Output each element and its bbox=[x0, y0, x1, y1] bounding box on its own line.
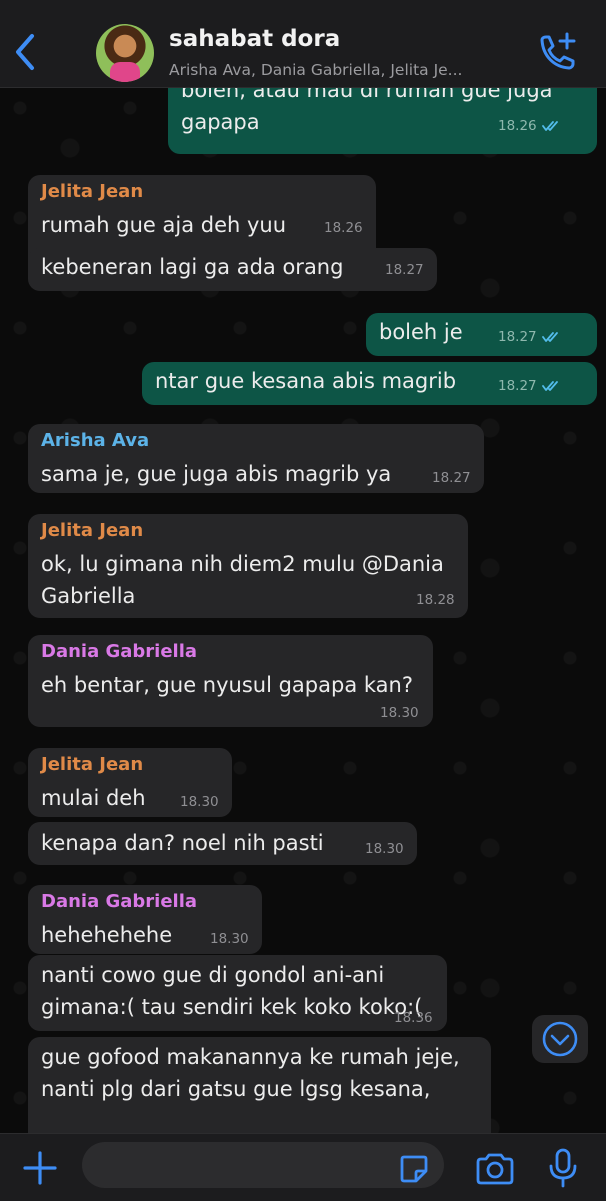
message-timestamp: 18.27 bbox=[498, 378, 537, 394]
message-timestamp: 18.36 bbox=[394, 1010, 433, 1026]
phone-plus-icon[interactable] bbox=[534, 30, 578, 74]
camera-icon[interactable] bbox=[474, 1152, 516, 1186]
incoming-message[interactable]: kenapa dan? noel nih pasti 18.30 bbox=[28, 822, 417, 865]
microphone-icon[interactable] bbox=[548, 1148, 578, 1188]
message-timestamp: 18.30 bbox=[365, 841, 404, 857]
incoming-message[interactable]: Jelita Jean mulai deh 18.30 bbox=[28, 748, 232, 817]
read-receipt-icon bbox=[542, 332, 558, 342]
incoming-message[interactable]: Jelita Jean ok, lu gimana nih diem2 mulu … bbox=[28, 514, 468, 618]
message-text: ok, lu gimana nih diem2 mulu @Dania Gabr… bbox=[41, 552, 444, 608]
sender-name[interactable]: Dania Gabriella bbox=[41, 890, 197, 914]
message-list[interactable]: boleh, atau mau di rumah gue juga gapapa… bbox=[0, 88, 606, 1133]
message-timestamp: 18.27 bbox=[432, 470, 471, 486]
message-timestamp: 18.30 bbox=[380, 705, 419, 721]
scroll-to-bottom-button[interactable] bbox=[532, 1015, 588, 1063]
message-text: gue gofood makanannya ke rumah jeje, nan… bbox=[41, 1045, 460, 1101]
outgoing-message[interactable]: ntar gue kesana abis magrib 18.27 bbox=[142, 362, 597, 405]
incoming-message[interactable]: Dania Gabriella hehehehehe 18.30 bbox=[28, 885, 262, 954]
message-text: boleh je bbox=[379, 320, 463, 344]
outgoing-message[interactable]: boleh je 18.27 bbox=[366, 313, 597, 356]
message-text: kebeneran lagi ga ada orang bbox=[41, 255, 344, 279]
incoming-message[interactable]: nanti cowo gue di gondol ani-ani gimana:… bbox=[28, 955, 447, 1031]
message-timestamp: 18.30 bbox=[210, 931, 249, 947]
chevron-down-circle-icon bbox=[542, 1021, 578, 1057]
sticker-icon[interactable] bbox=[398, 1153, 430, 1185]
outgoing-message[interactable]: boleh, atau mau di rumah gue juga gapapa… bbox=[168, 88, 597, 154]
message-text: eh bentar, gue nyusul gapapa kan? bbox=[41, 673, 413, 697]
incoming-message[interactable]: Arisha Ava sama je, gue juga abis magrib … bbox=[28, 424, 484, 493]
sender-name[interactable]: Dania Gabriella bbox=[41, 640, 197, 664]
sender-name[interactable]: Jelita Jean bbox=[41, 753, 143, 777]
incoming-message[interactable]: kebeneran lagi ga ada orang 18.27 bbox=[28, 248, 437, 291]
sender-name[interactable]: Arisha Ava bbox=[41, 429, 149, 453]
message-text: nanti cowo gue di gondol ani-ani gimana:… bbox=[41, 963, 423, 1019]
message-timestamp: 18.28 bbox=[416, 592, 455, 608]
message-timestamp: 18.26 bbox=[498, 118, 537, 134]
sender-name[interactable]: Jelita Jean bbox=[41, 180, 143, 204]
message-input[interactable] bbox=[82, 1142, 444, 1188]
message-timestamp: 18.27 bbox=[385, 262, 424, 278]
chat-members[interactable]: Arisha Ava, Dania Gabriella, Jelita Je..… bbox=[169, 61, 462, 79]
message-text: kenapa dan? noel nih pasti bbox=[41, 831, 324, 855]
chevron-left-icon[interactable] bbox=[10, 30, 40, 74]
plus-icon[interactable] bbox=[22, 1150, 58, 1186]
read-receipt-icon bbox=[542, 381, 558, 391]
message-text: sama je, gue juga abis magrib ya bbox=[41, 462, 392, 486]
message-timestamp: 18.27 bbox=[498, 329, 537, 345]
group-avatar[interactable] bbox=[96, 24, 154, 82]
message-text: hehehehehe bbox=[41, 923, 173, 947]
read-receipt-icon bbox=[542, 121, 558, 131]
message-timestamp: 18.30 bbox=[180, 794, 219, 810]
sender-name[interactable]: Jelita Jean bbox=[41, 519, 143, 543]
incoming-message[interactable]: gue gofood makanannya ke rumah jeje, nan… bbox=[28, 1037, 491, 1133]
message-timestamp: 18.26 bbox=[324, 220, 363, 236]
message-text: rumah gue aja deh yuu bbox=[41, 213, 287, 237]
incoming-message[interactable]: Dania Gabriella eh bentar, gue nyusul gap… bbox=[28, 635, 433, 727]
message-text: ntar gue kesana abis magrib bbox=[155, 369, 457, 393]
chat-title[interactable]: sahabat dora bbox=[169, 26, 340, 52]
message-text: mulai deh bbox=[41, 786, 146, 810]
chat-header: sahabat dora Arisha Ava, Dania Gabriella… bbox=[0, 0, 606, 88]
message-text: boleh, atau mau di rumah gue juga gapapa bbox=[181, 88, 553, 134]
